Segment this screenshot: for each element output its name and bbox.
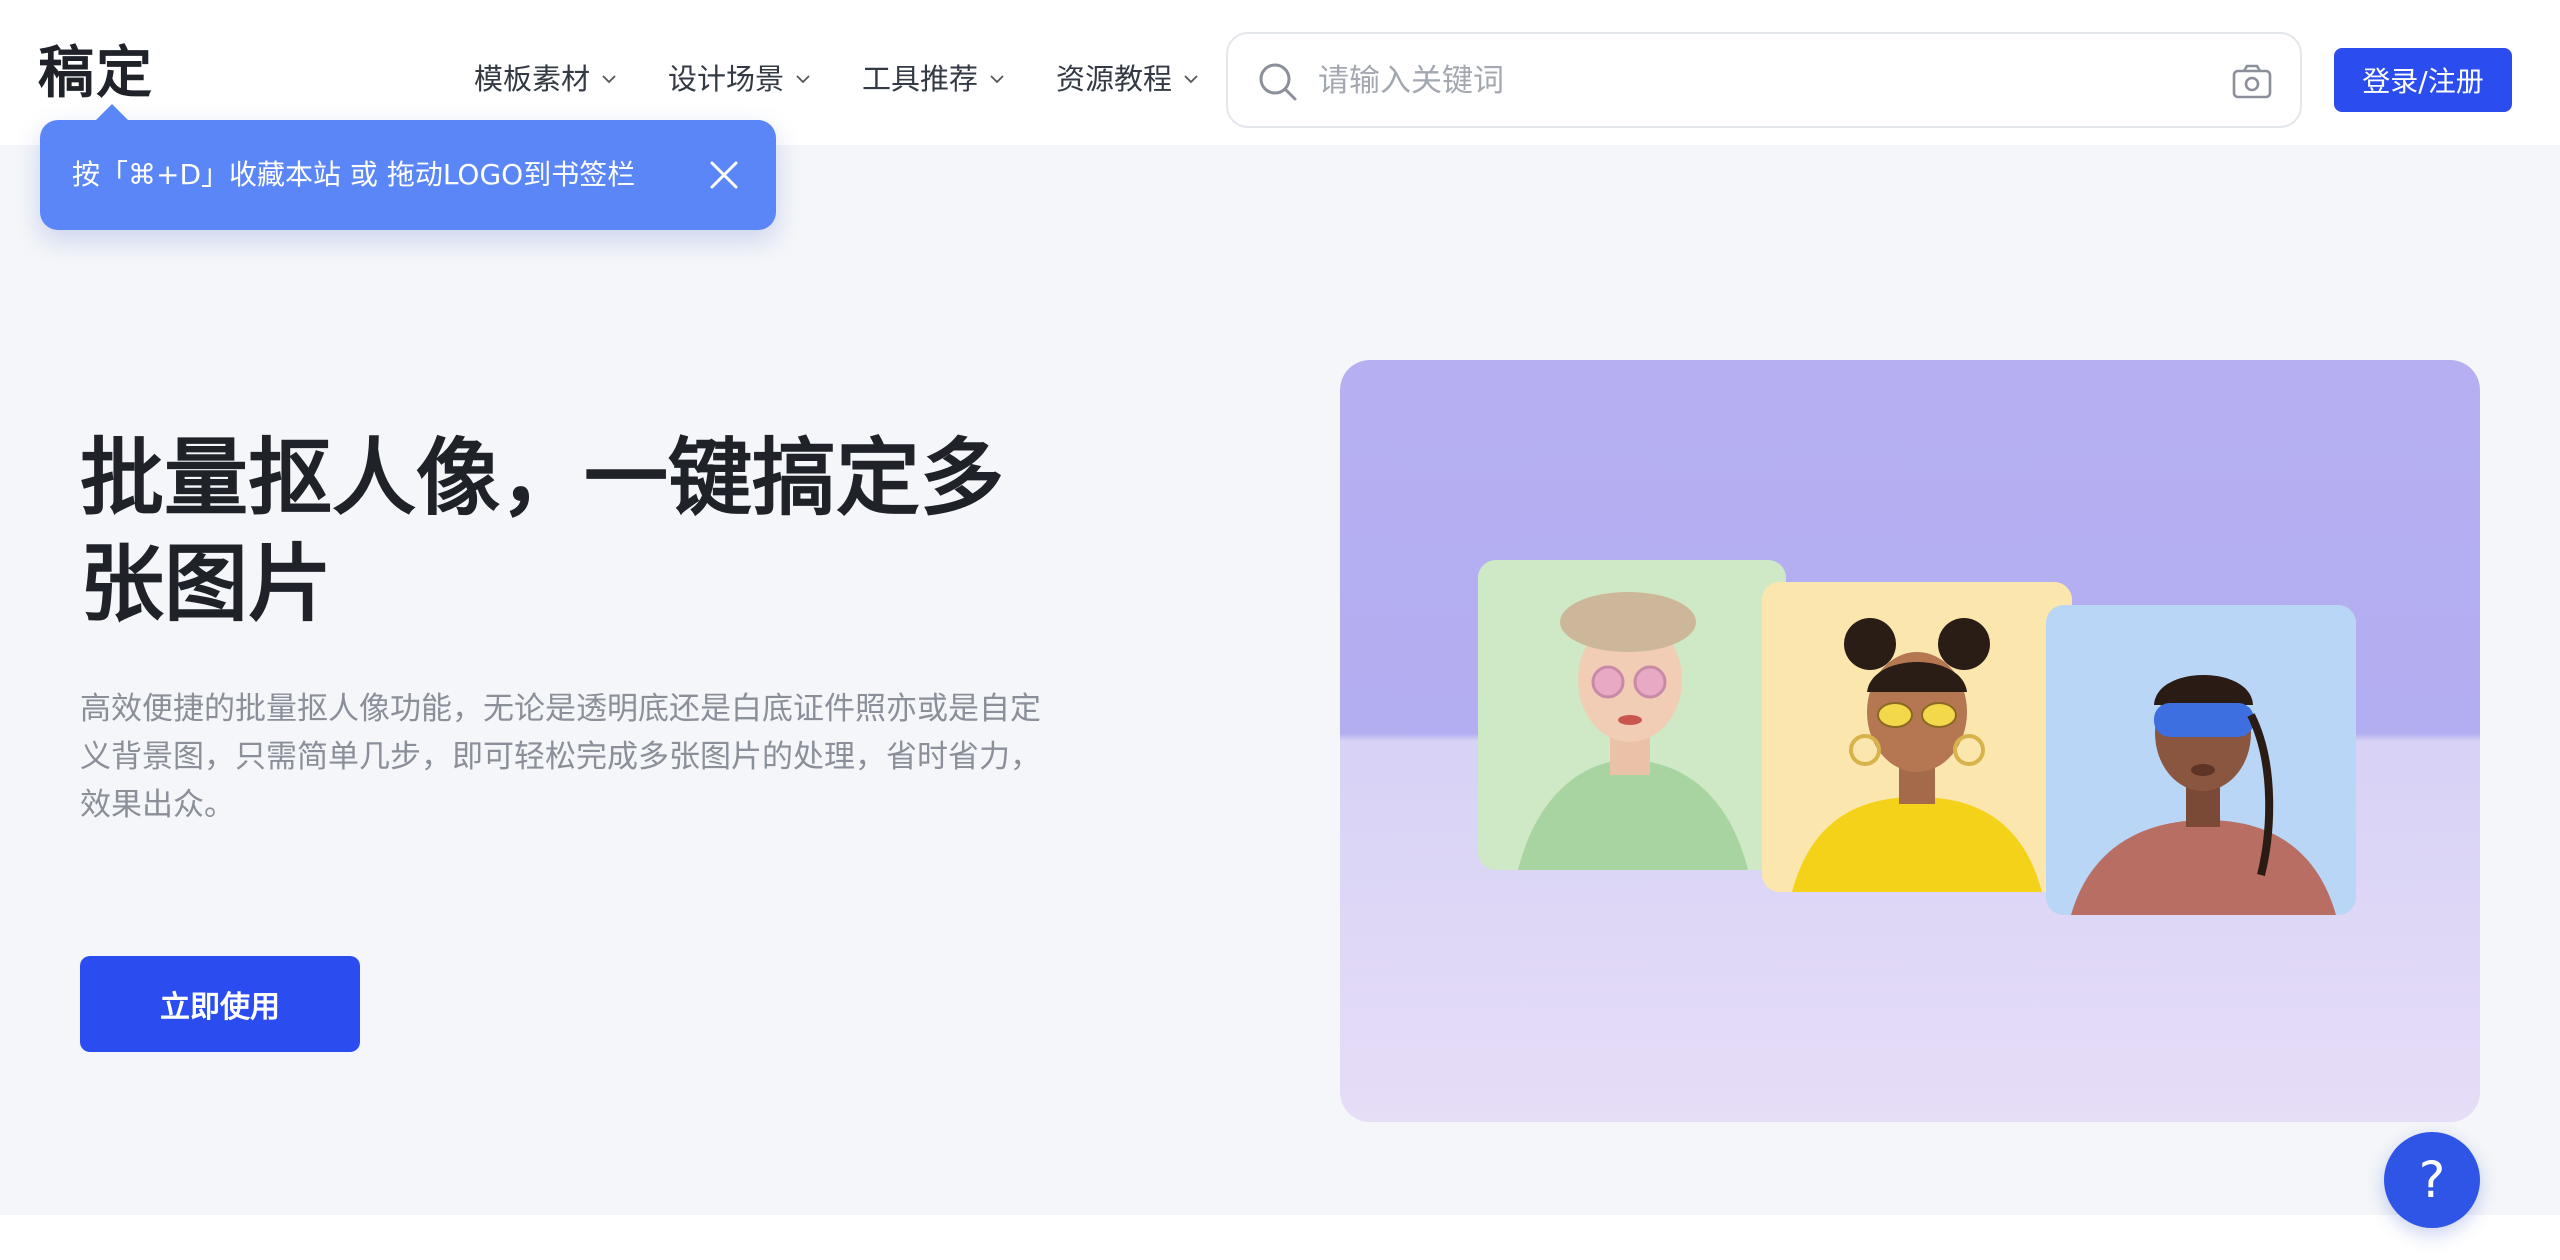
nav-item-label: 工具推荐: [862, 62, 979, 96]
bookmark-tip-toast: 按「⌘+D」收藏本站 或 拖动LOGO到书签栏: [40, 104, 776, 230]
nav-item-label: 设计场景: [668, 62, 785, 96]
hero-title: 批量抠人像，一键搞定多张图片: [80, 429, 1005, 633]
nav-item-templates[interactable]: 模板素材: [474, 52, 618, 106]
portrait-photo-1: [1478, 560, 1786, 870]
search-bar: [1226, 32, 2302, 128]
hero-section: 批量抠人像，一键搞定多张图片 高效便捷的批量抠人像功能，无论是透明底还是白底证件…: [0, 145, 2560, 1215]
portrait-illustration: [1762, 582, 2072, 892]
nav-item-scenes[interactable]: 设计场景: [668, 52, 812, 106]
chevron-down-icon: [796, 75, 810, 84]
portrait-illustration: [2046, 605, 2356, 915]
chevron-down-icon: [1184, 75, 1198, 84]
close-icon[interactable]: [706, 157, 742, 193]
portrait-photo-3: [2046, 605, 2356, 915]
nav-item-label: 资源教程: [1056, 62, 1173, 96]
nav-item-label: 模板素材: [474, 62, 591, 96]
help-button[interactable]: ?: [2384, 1132, 2480, 1228]
chevron-down-icon: [990, 75, 1004, 84]
nav-item-tools[interactable]: 工具推荐: [862, 52, 1006, 106]
logo[interactable]: 稿定: [38, 38, 154, 108]
chevron-down-icon: [602, 75, 616, 84]
use-now-button[interactable]: 立即使用: [80, 956, 360, 1052]
showcase-image: [1340, 360, 2480, 1122]
nav-item-tutorials[interactable]: 资源教程: [1056, 52, 1200, 106]
hero-description: 高效便捷的批量抠人像功能，无论是透明底还是白底证件照亦或是自定义背景图，只需简单…: [80, 691, 1041, 823]
camera-icon[interactable]: [2230, 60, 2274, 104]
search-input[interactable]: [1318, 52, 2178, 110]
main-nav: 模板素材 设计场景 工具推荐 资源教程: [474, 52, 1250, 106]
search-icon[interactable]: [1256, 60, 1300, 104]
portrait-photo-2: [1762, 582, 2072, 892]
toast-text: 按「⌘+D」收藏本站 或 拖动LOGO到书签栏: [72, 158, 636, 191]
portrait-illustration: [1478, 560, 1786, 870]
login-register-button[interactable]: 登录/注册: [2334, 48, 2512, 112]
